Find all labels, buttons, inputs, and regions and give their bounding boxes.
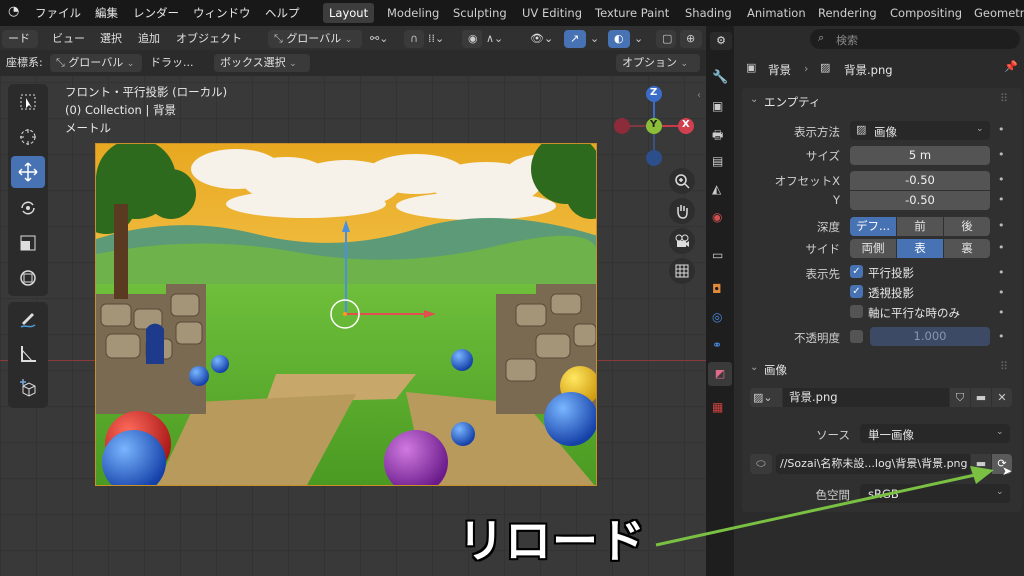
reload-caption: リロード [458, 514, 646, 568]
annotation-arrow [655, 466, 994, 547]
